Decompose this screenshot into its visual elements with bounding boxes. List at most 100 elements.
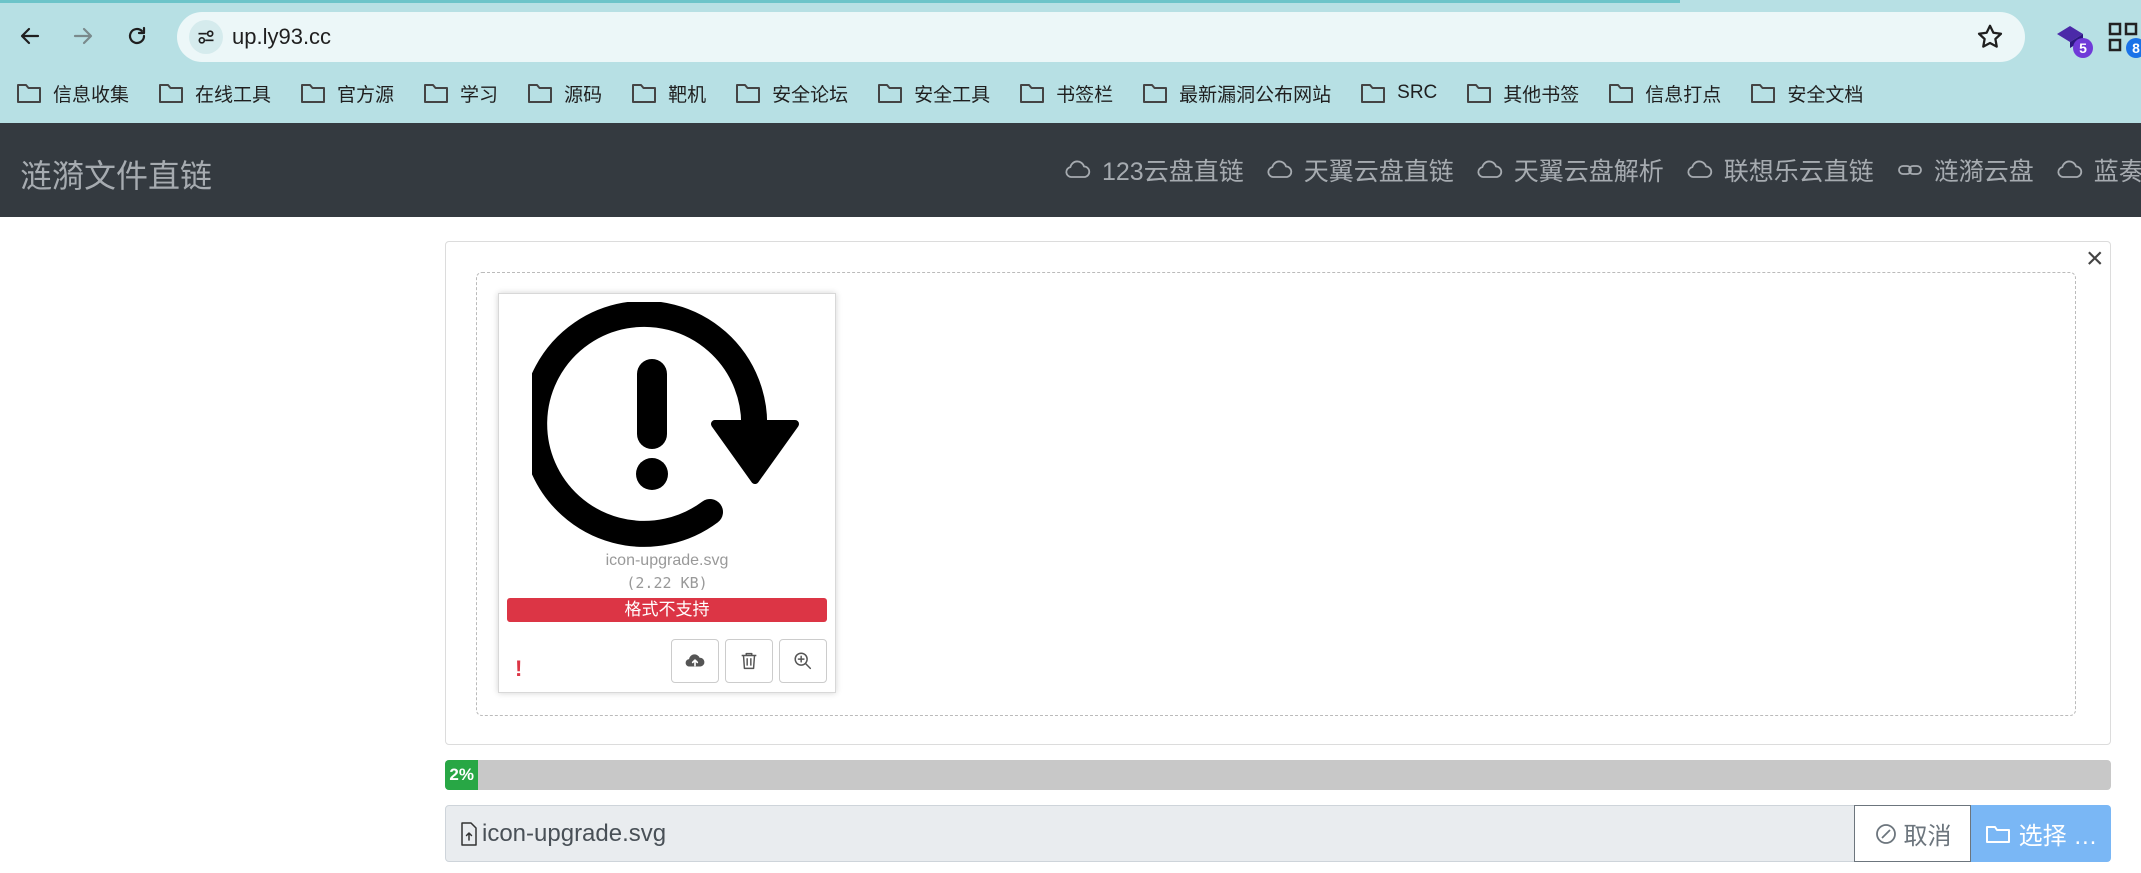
file-status-badge: 格式不支持 (507, 598, 827, 622)
bookmark-folder[interactable]: 安全工具 (877, 80, 990, 107)
bookmark-folder[interactable]: 源码 (527, 80, 602, 107)
trash-icon (741, 652, 757, 670)
folder-icon (1751, 84, 1776, 103)
browse-button[interactable]: 选择 … (1971, 805, 2111, 862)
folder-icon (1361, 84, 1386, 103)
link-icon (1897, 165, 1922, 175)
bookmarks-bar: 信息收集 在线工具 官方源 学习 源码 靶机 安全论坛 安全工具 书签栏 最新漏洞公布网站 SRC 其… (0, 76, 1876, 110)
folder-icon (1467, 84, 1492, 103)
extension-gem-button[interactable]: 5 (2053, 20, 2093, 58)
bookmark-folder[interactable]: 信息收集 (16, 80, 129, 107)
bookmark-folder[interactable]: 最新漏洞公布网站 (1142, 80, 1331, 107)
upload-file-button[interactable] (671, 639, 719, 683)
nav-label: 蓝奏云 (2093, 158, 2141, 186)
nav-label: 天翼云盘直链 (1303, 158, 1454, 186)
upgrade-icon-preview (532, 302, 799, 547)
bookmark-label: 最新漏洞公布网站 (1179, 84, 1332, 106)
bookmark-label: 安全论坛 (772, 84, 849, 106)
bookmark-label: 官方源 (337, 84, 395, 106)
bookmark-folder[interactable]: 书签栏 (1019, 80, 1113, 107)
folder-icon (1020, 84, 1045, 103)
nav-item[interactable]: 天翼云盘解析 (1476, 152, 1664, 188)
cloud-icon (1267, 160, 1292, 178)
cloud-icon (1477, 160, 1502, 178)
folder-icon (736, 84, 761, 103)
folder-icon (1143, 84, 1168, 103)
folder-icon (528, 84, 553, 103)
extension-qr-button[interactable]: 8 (2106, 20, 2141, 58)
browser-chrome: up.ly93.cc 5 8 信息收集 在线工具 官方源 学习 源码 靶机 安全论坛 安全工具… (0, 0, 2141, 123)
folder-open-icon (1985, 825, 2010, 843)
file-actions (665, 639, 827, 683)
nav-item[interactable]: 联想乐云直链 (1686, 152, 1874, 188)
reload-button[interactable] (120, 19, 154, 53)
bookmark-label: 在线工具 (195, 84, 272, 106)
progress-fill: 2% (445, 760, 479, 790)
arrow-right-icon (73, 27, 93, 45)
folder-icon (632, 84, 657, 103)
folder-icon (17, 84, 41, 103)
cloud-upload-icon (685, 654, 705, 667)
bookmark-folder[interactable]: 学习 (423, 80, 498, 107)
bookmark-star-icon[interactable] (1975, 22, 2005, 52)
folder-icon (159, 84, 184, 103)
zoom-in-icon (794, 652, 812, 670)
nav-item[interactable]: 天翼云盘直链 (1266, 152, 1454, 188)
folder-icon (301, 84, 326, 103)
bookmark-label: 书签栏 (1056, 84, 1114, 106)
arrow-left-icon (20, 27, 40, 45)
site-info-button[interactable] (189, 20, 223, 54)
site-brand[interactable]: 涟漪文件直链 (20, 151, 212, 197)
cloud-icon (1065, 160, 1091, 178)
zoom-file-button[interactable] (779, 639, 827, 683)
extension-badge: 8 (2126, 38, 2141, 58)
folder-icon (878, 84, 903, 103)
bookmark-folder[interactable]: 安全文档 (1750, 80, 1863, 107)
address-bar[interactable]: up.ly93.cc (177, 12, 2025, 62)
file-upload-icon (461, 821, 477, 846)
bookmark-label: 安全文档 (1787, 84, 1864, 106)
drop-zone[interactable]: icon-upgrade.svg (2.22 KB) 格式不支持 ! (476, 272, 2076, 716)
file-size: (2.22 KB) (626, 574, 708, 592)
ban-icon (1875, 823, 1896, 844)
top-nav: 123云盘直链 天翼云盘直链 天翼云盘解析 联想乐云直链 涟漪云盘 蓝奏云 (1064, 123, 2141, 217)
bookmark-folder[interactable]: 官方源 (300, 80, 394, 107)
forward-button[interactable] (66, 19, 100, 53)
bookmark-folder[interactable]: 在线工具 (158, 80, 271, 107)
upload-progress-bar: 2% (445, 760, 2111, 790)
upload-preview-panel: × icon-upgrade.svg (2.22 KB) 格式不支持 ! (445, 241, 2111, 745)
bookmark-label: 安全工具 (914, 84, 991, 106)
file-caption-text: icon-upgrade.svg (482, 819, 667, 847)
cloud-icon (1687, 160, 1712, 178)
reload-icon (128, 26, 146, 45)
file-name: icon-upgrade.svg (605, 552, 729, 569)
cancel-label: 取消 (1903, 823, 1952, 850)
nav-label: 天翼云盘解析 (1513, 158, 1664, 186)
nav-item[interactable]: 涟漪云盘 (1896, 152, 2034, 188)
back-button[interactable] (13, 19, 47, 53)
bookmark-folder[interactable]: 安全论坛 (735, 80, 848, 107)
bookmark-folder[interactable]: 其他书签 (1466, 80, 1579, 107)
browse-label: 选择 … (2018, 823, 2098, 850)
close-preview-button[interactable]: × (2086, 242, 2104, 276)
bookmark-label: 源码 (564, 84, 603, 106)
site-navbar: 涟漪文件直链 123云盘直链 天翼云盘直链 天翼云盘解析 联想乐云直链 涟漪云盘 蓝奏云 (0, 123, 2141, 217)
bookmark-folder[interactable]: 信息打点 (1608, 80, 1721, 107)
nav-item[interactable]: 蓝奏云 (2056, 152, 2141, 188)
bookmark-folder[interactable]: SRC (1360, 82, 1437, 104)
url-text[interactable]: up.ly93.cc (232, 24, 331, 50)
folder-icon (424, 84, 449, 103)
file-input-group: icon-upgrade.svg 取消 选择 … (445, 805, 2111, 862)
bookmark-label: 学习 (460, 84, 499, 106)
delete-file-button[interactable] (725, 639, 773, 683)
file-caption[interactable]: icon-upgrade.svg (445, 805, 1855, 862)
warning-indicator: ! (515, 656, 523, 681)
extension-badge: 5 (2073, 38, 2093, 58)
bookmark-folder[interactable]: 靶机 (631, 80, 706, 107)
cloud-icon (2057, 160, 2082, 178)
nav-label: 123云盘直链 (1102, 158, 1244, 186)
tab-strip-edge (0, 0, 1680, 3)
nav-label: 涟漪云盘 (1933, 158, 2034, 186)
cancel-button[interactable]: 取消 (1854, 805, 1971, 862)
nav-item[interactable]: 123云盘直链 (1064, 152, 1244, 188)
